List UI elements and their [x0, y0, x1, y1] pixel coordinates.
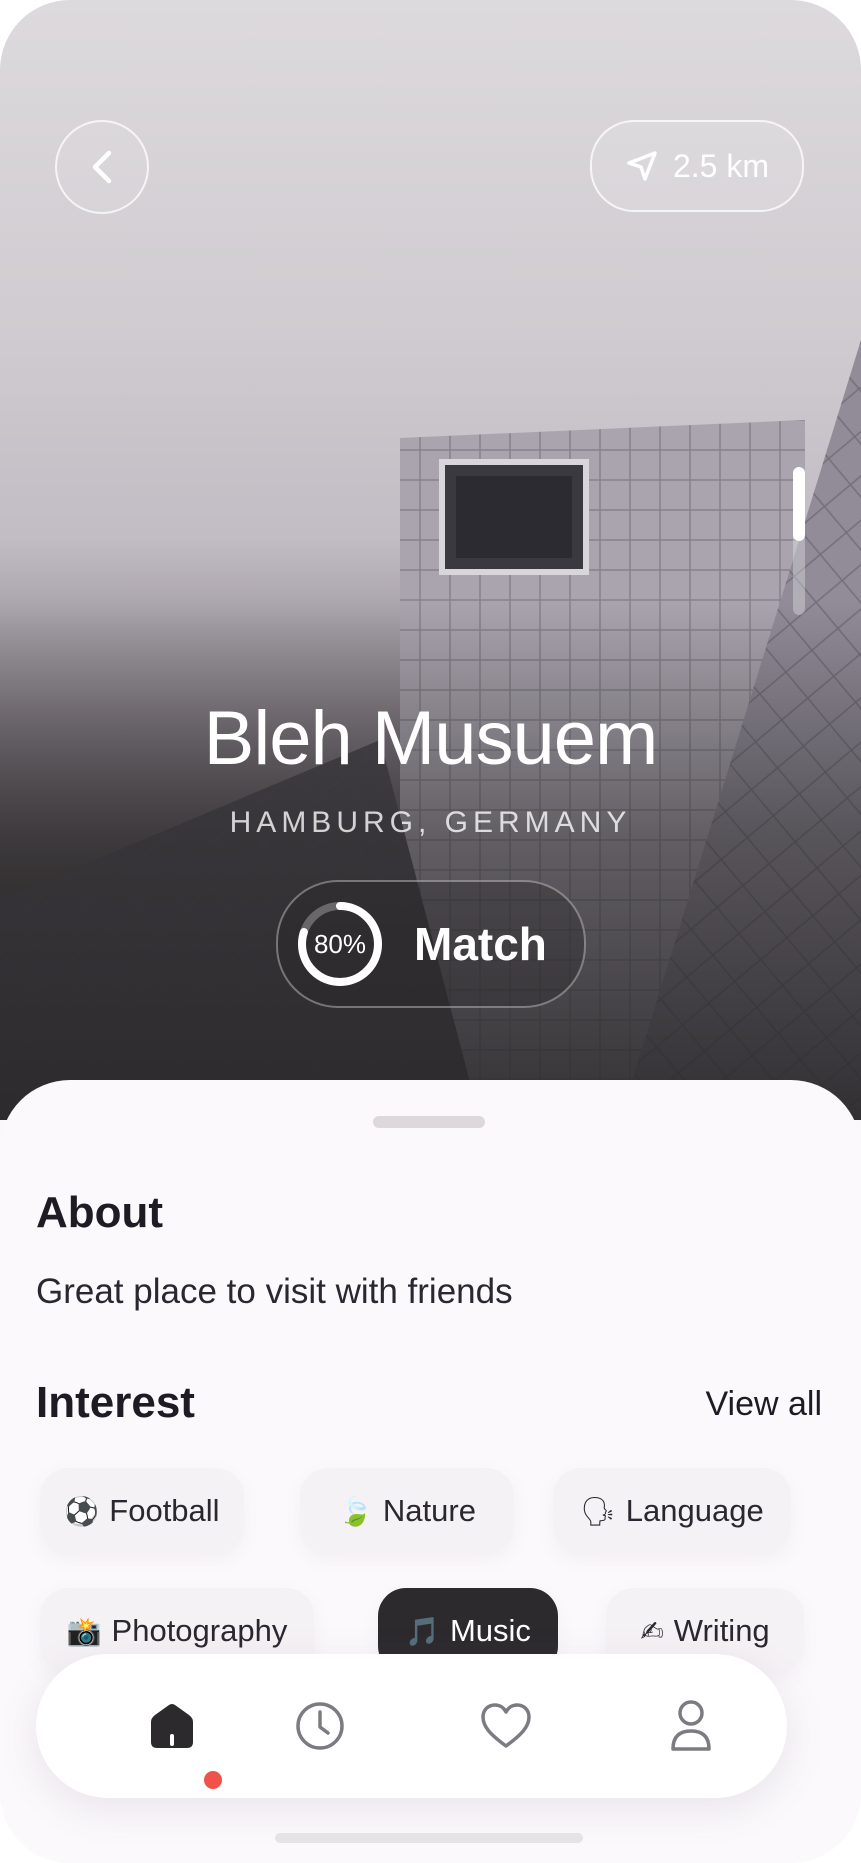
navigation-arrow-icon: [627, 151, 657, 181]
phone-screen: 2.5 km Bleh Musuem HAMBURG, GERMANY 80% …: [0, 0, 861, 1863]
writing-hand-icon: ✍: [640, 1615, 664, 1647]
image-scroll-thumb[interactable]: [793, 467, 805, 541]
chevron-left-icon: [92, 150, 112, 184]
chip-label: Writing: [673, 1613, 770, 1648]
home-indicator[interactable]: [275, 1833, 583, 1843]
distance-pill[interactable]: 2.5 km: [590, 120, 804, 212]
clock-icon: [296, 1702, 344, 1750]
heart-icon: [481, 1703, 531, 1748]
chip-label: Football: [109, 1493, 220, 1528]
home-icon: [151, 1704, 193, 1748]
user-icon: [671, 1700, 711, 1751]
match-pill[interactable]: 80% Match: [276, 880, 586, 1008]
bottom-nav: [36, 1654, 787, 1798]
interest-chip-language[interactable]: 🗣 Language: [553, 1468, 791, 1554]
nav-home[interactable]: [112, 1654, 232, 1798]
nav-favorites[interactable]: [446, 1654, 566, 1798]
match-percent: 80%: [313, 928, 367, 959]
view-all-link[interactable]: View all: [705, 1385, 822, 1424]
speaking-head-icon: 🗣: [580, 1495, 616, 1527]
image-scroll-indicator[interactable]: [793, 467, 805, 615]
chip-label: Photography: [111, 1613, 288, 1648]
place-title: Bleh Musuem: [203, 696, 659, 781]
music-note-icon: 🎵: [405, 1615, 440, 1647]
leaf-icon: 🍃: [338, 1495, 373, 1527]
place-location: HAMBURG, GERMANY: [229, 806, 632, 839]
back-button[interactable]: [55, 120, 149, 214]
match-label: Match: [414, 918, 547, 970]
chip-label: Music: [449, 1613, 531, 1648]
sheet-handle[interactable]: [373, 1116, 485, 1128]
chip-label: Nature: [382, 1493, 476, 1528]
hero-fade: [0, 600, 861, 1120]
camera-icon: 📸: [66, 1615, 102, 1647]
about-heading: About: [36, 1188, 164, 1237]
soccer-ball-icon: ⚽: [64, 1495, 100, 1527]
interest-chip-football[interactable]: ⚽ Football: [40, 1468, 244, 1554]
nav-history[interactable]: [260, 1654, 380, 1798]
active-indicator-dot: [204, 1771, 222, 1789]
nav-profile[interactable]: [631, 1654, 751, 1798]
chip-label: Language: [625, 1493, 764, 1528]
distance-label: 2.5 km: [672, 147, 770, 184]
interest-heading: Interest: [36, 1378, 195, 1427]
about-text: Great place to visit with friends: [36, 1272, 513, 1311]
interest-chip-nature[interactable]: 🍃 Nature: [300, 1468, 514, 1554]
